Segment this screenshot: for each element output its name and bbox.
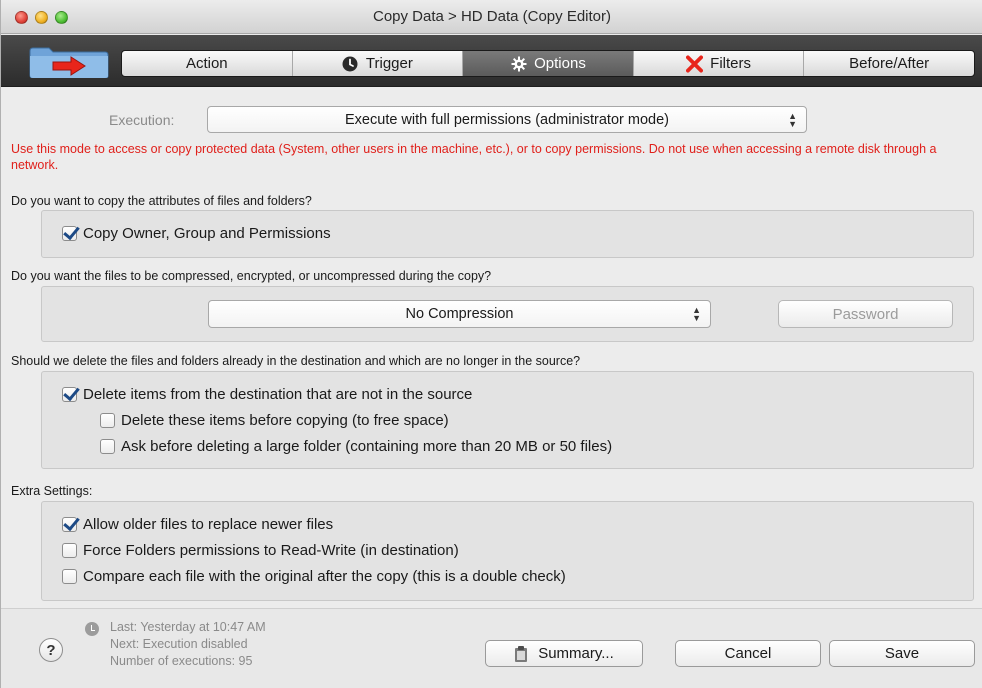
delete-items-label: Delete items from the destination that a… <box>83 386 473 403</box>
compare-files-label: Compare each file with the original afte… <box>83 568 566 585</box>
tab-filters-label: Filters <box>710 55 751 72</box>
password-button-label: Password <box>832 305 899 323</box>
checkbox-unchecked-icon <box>100 439 115 454</box>
history-clock-icon <box>85 622 99 636</box>
checkbox-checked-icon <box>62 226 77 241</box>
last-execution: Last: Yesterday at 10:47 AM <box>110 620 266 634</box>
next-execution: Next: Execution disabled <box>110 637 248 651</box>
tab-action[interactable]: Action <box>122 51 293 76</box>
tab-bar: Action Trigger Options Filters Before/Af… <box>121 50 975 77</box>
execution-label: Execution: <box>109 112 175 128</box>
extra-settings-group: Allow older files to replace newer files… <box>41 501 974 601</box>
delete-items-checkbox[interactable]: Delete items from the destination that a… <box>62 386 472 403</box>
clipboard-icon <box>515 645 528 662</box>
deletion-question: Should we delete the files and folders a… <box>11 354 581 368</box>
question-mark-icon: ? <box>46 641 56 659</box>
folder-arrow-icon[interactable] <box>29 46 109 78</box>
delete-before-checkbox[interactable]: Delete these items before copying (to fr… <box>100 412 449 429</box>
tab-action-label: Action <box>185 55 228 72</box>
stepper-arrows-icon: ▲ ▼ <box>692 305 701 323</box>
copy-owner-checkbox[interactable]: Copy Owner, Group and Permissions <box>62 225 331 242</box>
execution-info: Last: Yesterday at 10:47 AM Next: Execut… <box>110 619 266 670</box>
checkbox-checked-icon <box>62 387 77 402</box>
ask-before-checkbox[interactable]: Ask before deleting a large folder (cont… <box>100 438 612 455</box>
cancel-button-label: Cancel <box>724 645 772 662</box>
attributes-question: Do you want to copy the attributes of fi… <box>11 194 312 208</box>
force-folders-label: Force Folders permissions to Read-Write … <box>83 542 459 559</box>
copy-owner-label: Copy Owner, Group and Permissions <box>83 225 331 242</box>
stepper-arrows-icon: ▲ ▼ <box>788 110 797 129</box>
compare-files-checkbox[interactable]: Compare each file with the original afte… <box>62 568 566 585</box>
cancel-button[interactable]: Cancel <box>675 640 821 667</box>
execution-warning: Use this mode to access or copy protecte… <box>11 142 937 172</box>
tab-options[interactable]: Options <box>463 51 634 76</box>
compression-group: No Compression ▲ ▼ Password <box>41 286 974 342</box>
extra-settings-heading: Extra Settings: <box>11 484 93 498</box>
checkbox-unchecked-icon <box>62 543 77 558</box>
tab-filters[interactable]: Filters <box>634 51 805 76</box>
deletion-group: Delete items from the destination that a… <box>41 371 974 469</box>
delete-before-label: Delete these items before copying (to fr… <box>121 412 449 429</box>
checkbox-checked-icon <box>62 517 77 532</box>
allow-older-checkbox[interactable]: Allow older files to replace newer files <box>62 516 333 533</box>
summary-button-label: Summary... <box>538 645 614 662</box>
attributes-group: Copy Owner, Group and Permissions <box>41 210 974 258</box>
summary-button[interactable]: Summary... <box>485 640 643 667</box>
execution-count: Number of executions: 95 <box>110 654 253 668</box>
tab-options-label: Options <box>534 55 586 72</box>
allow-older-label: Allow older files to replace newer files <box>83 516 334 533</box>
help-button[interactable]: ? <box>39 638 63 662</box>
title-bar: Copy Data > HD Data (Copy Editor) <box>1 0 982 34</box>
window-title: Copy Data > HD Data (Copy Editor) <box>372 8 611 25</box>
x-mark-icon <box>686 55 704 72</box>
gear-icon <box>510 55 527 72</box>
clock-icon <box>342 55 359 72</box>
compression-value: No Compression <box>405 306 514 322</box>
options-panel: Execution: Execute with full permissions… <box>1 88 982 608</box>
compression-select[interactable]: No Compression ▲ ▼ <box>208 300 711 328</box>
ask-before-label: Ask before deleting a large folder (cont… <box>121 438 613 455</box>
checkbox-unchecked-icon <box>100 413 115 428</box>
save-button-label: Save <box>884 645 920 662</box>
password-button[interactable]: Password <box>778 300 953 328</box>
execution-mode-select[interactable]: Execute with full permissions (administr… <box>207 106 807 133</box>
toolbar: Action Trigger Options Filters Before/Af… <box>1 35 982 87</box>
compression-question: Do you want the files to be compressed, … <box>11 269 492 283</box>
checkbox-unchecked-icon <box>62 569 77 584</box>
save-button[interactable]: Save <box>829 640 975 667</box>
tab-trigger[interactable]: Trigger <box>293 51 464 76</box>
tab-before-after[interactable]: Before/After <box>804 51 974 76</box>
copy-editor-window: Copy Data > HD Data (Copy Editor) Action… <box>0 0 982 688</box>
execution-mode-value: Execute with full permissions (administr… <box>345 111 669 128</box>
tab-before-after-label: Before/After <box>849 55 930 72</box>
tab-trigger-label: Trigger <box>365 55 413 72</box>
force-folders-checkbox[interactable]: Force Folders permissions to Read-Write … <box>62 542 459 559</box>
footer: ? Last: Yesterday at 10:47 AM Next: Exec… <box>1 608 982 688</box>
